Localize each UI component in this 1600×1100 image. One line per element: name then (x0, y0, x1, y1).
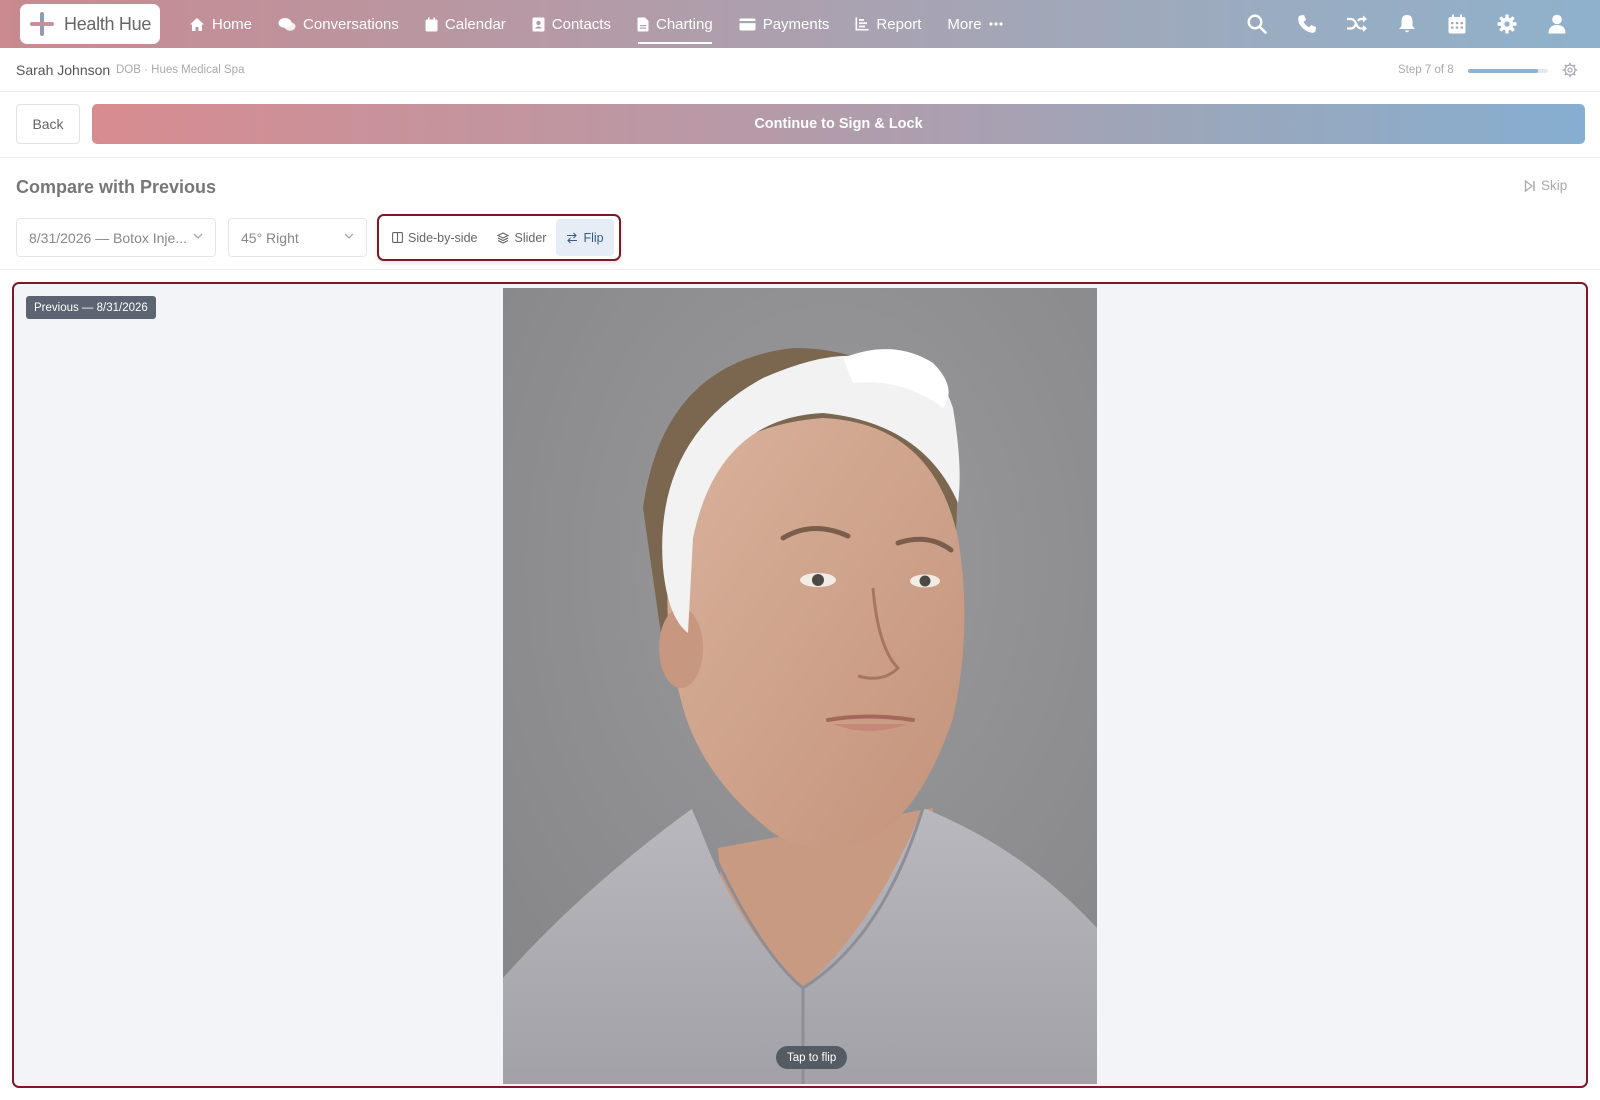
nav-menu: Home Conversations Calendar Contacts Cha… (176, 0, 1016, 48)
search-icon[interactable] (1232, 0, 1282, 48)
flip-arrows-icon (567, 232, 578, 243)
contacts-icon (532, 17, 545, 31)
logo-cross-icon (28, 10, 56, 38)
chevron-down-icon (193, 233, 203, 239)
mode-flip-button[interactable]: Flip (556, 219, 614, 256)
mode-label: Side-by-side (408, 230, 478, 245)
patient-meta: DOB · Hues Medical Spa (116, 64, 245, 76)
nav-label: Payments (762, 15, 830, 33)
mode-slider-button[interactable]: Slider (487, 219, 556, 256)
nav-label: Conversations (303, 15, 399, 33)
nav-item-contacts[interactable]: Contacts (519, 0, 624, 48)
patient-name: Sarah Johnson (16, 62, 111, 78)
columns-icon (392, 232, 403, 243)
nav-toolbar (1232, 0, 1582, 48)
nav-item-more[interactable]: More (934, 0, 1015, 48)
previous-date-badge: Previous — 8/31/2026 (26, 296, 156, 319)
chart-icon (855, 17, 869, 31)
step-progress-fill (1468, 69, 1538, 73)
mode-side-by-side-button[interactable]: Side-by-side (382, 219, 487, 256)
nav-item-payments[interactable]: Payments (726, 0, 843, 48)
section-divider (0, 269, 1600, 270)
mode-label: Flip (583, 230, 604, 245)
gear-icon[interactable] (1482, 0, 1532, 48)
home-icon (190, 17, 204, 31)
tap-to-flip-hint: Tap to flip (776, 1046, 848, 1069)
app-logo[interactable]: Health Hue (20, 4, 160, 44)
patient-bar: Sarah Johnson DOB · Hues Medical Spa Ste… (0, 48, 1600, 92)
settings-icon[interactable] (1562, 62, 1578, 78)
document-icon (637, 17, 649, 31)
date-select[interactable]: 8/31/2026 — Botox Inje... (16, 218, 216, 257)
angle-select[interactable]: 45° Right (228, 218, 367, 257)
date-select-value: 8/31/2026 — Botox Inje... (29, 229, 187, 246)
chevron-down-icon (344, 233, 354, 239)
nav-label: More (947, 15, 982, 33)
logo-text: Health Hue (64, 13, 152, 34)
top-nav: Health Hue Home Conversations Calendar C… (0, 0, 1600, 48)
patient-photo-illustration (503, 288, 1097, 1084)
mode-label: Slider (514, 230, 547, 245)
nav-item-home[interactable]: Home (176, 0, 265, 48)
nav-item-calendar[interactable]: Calendar (412, 0, 519, 48)
nav-item-report[interactable]: Report (842, 0, 934, 48)
skip-label: Skip (1541, 178, 1568, 193)
nav-label: Home (212, 15, 253, 33)
calendar-grid-icon[interactable] (1432, 0, 1482, 48)
phone-icon[interactable] (1282, 0, 1332, 48)
photo-compare-viewer[interactable]: Previous — 8/31/2026 Tap to flip (12, 282, 1588, 1088)
nav-label: Report (876, 15, 922, 33)
user-icon[interactable] (1532, 0, 1582, 48)
patient-photo[interactable] (503, 288, 1097, 1084)
ellipsis-icon (989, 22, 1003, 26)
credit-card-icon (739, 18, 756, 30)
shuffle-icon[interactable] (1332, 0, 1382, 48)
angle-select-value: 45° Right (241, 229, 299, 246)
layers-icon (497, 231, 510, 244)
nav-label: Calendar (444, 15, 506, 33)
nav-label: Contacts (551, 15, 611, 33)
chat-icon (278, 17, 296, 31)
compare-mode-toggle: Side-by-side Slider Flip (377, 214, 621, 261)
back-button[interactable]: Back (16, 104, 80, 144)
continue-sign-lock-button[interactable]: Continue to Sign & Lock (92, 104, 1585, 144)
skip-button[interactable]: Skip (1524, 178, 1567, 193)
nav-label: Charting (655, 15, 713, 33)
action-row: Back Continue to Sign & Lock (0, 92, 1600, 158)
section-title: Compare with Previous (16, 177, 217, 197)
bell-icon[interactable] (1382, 0, 1432, 48)
calendar-icon (425, 17, 438, 31)
skip-icon (1524, 179, 1535, 192)
step-progress-bar (1468, 69, 1548, 73)
nav-item-charting[interactable]: Charting (624, 0, 726, 48)
step-indicator: Step 7 of 8 (1398, 64, 1454, 76)
nav-item-conversations[interactable]: Conversations (265, 0, 412, 48)
